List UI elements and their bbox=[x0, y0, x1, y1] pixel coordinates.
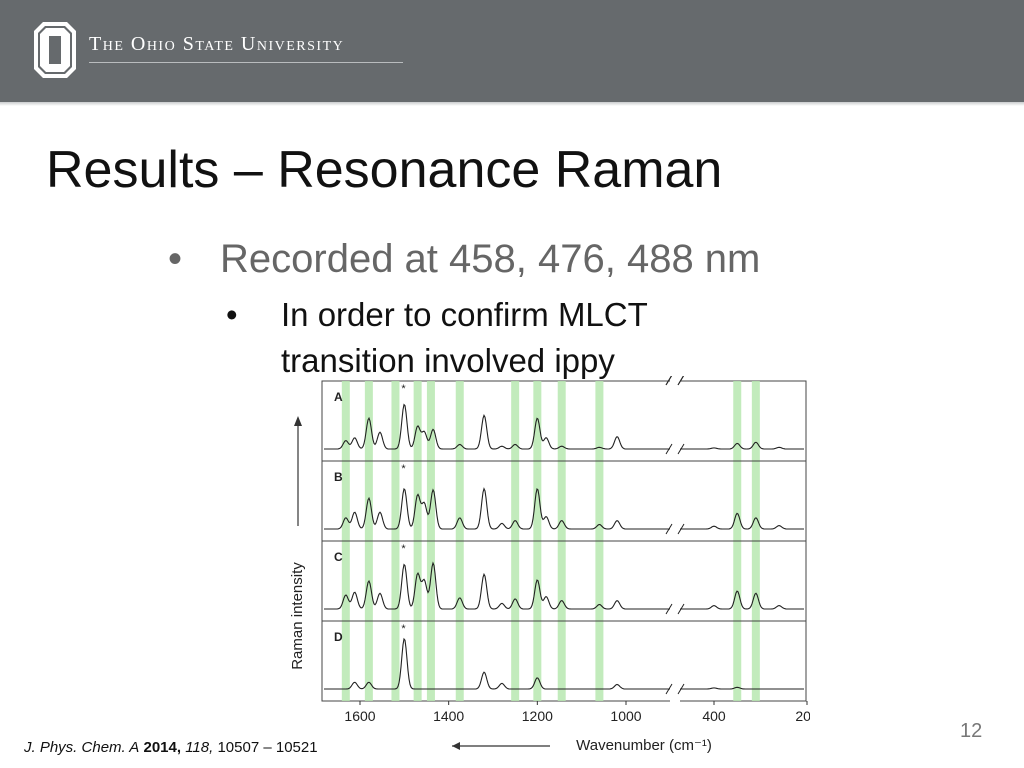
citation: J. Phys. Chem. A 2014, 118, 10507 – 1052… bbox=[24, 739, 318, 756]
panel-label: B bbox=[334, 470, 343, 484]
peak-asterisk: * bbox=[401, 623, 406, 635]
slide-title: Results – Resonance Raman bbox=[46, 141, 723, 199]
page-number: 12 bbox=[960, 720, 983, 742]
x-tick-label: 1000 bbox=[610, 708, 641, 724]
x-tick-label: 1200 bbox=[522, 708, 553, 724]
x-tick-label: 200 bbox=[795, 708, 810, 724]
peak-asterisk: * bbox=[401, 383, 406, 395]
bullet-1-text: Recorded at 458, 476, 488 nm bbox=[220, 237, 761, 281]
citation-volume: 118, bbox=[185, 739, 214, 756]
x-axis-arrowhead bbox=[452, 742, 460, 750]
raman-spectra-figure: A * B * C * D * 1600 1400 1200 1000 400 200 Wavenumber… bbox=[289, 376, 810, 754]
x-tick-label: 1600 bbox=[344, 708, 375, 724]
university-name: The Ohio State University bbox=[89, 33, 345, 55]
panel-label: C bbox=[334, 550, 343, 564]
citation-pages: 10507 – 10521 bbox=[217, 739, 318, 756]
bullet-2-text: In order to confirm MLCT transition invo… bbox=[281, 296, 648, 379]
header-rule bbox=[89, 62, 403, 63]
header-bar: The Ohio State University bbox=[0, 0, 1024, 106]
citation-year: 2014, bbox=[143, 739, 182, 756]
citation-journal: J. Phys. Chem. A bbox=[24, 739, 140, 756]
x-axis-label: Wavenumber (cm⁻¹) bbox=[576, 737, 712, 754]
panel-label: D bbox=[334, 630, 343, 644]
block-o-logo-icon bbox=[34, 22, 76, 78]
y-axis-label: Raman intensity bbox=[289, 562, 306, 670]
panel-label: A bbox=[334, 390, 343, 404]
bullet-dot: • bbox=[226, 296, 238, 333]
x-tick-label: 1400 bbox=[433, 708, 464, 724]
peak-asterisk: * bbox=[401, 463, 406, 475]
bullet-dot: • bbox=[168, 237, 183, 281]
y-axis-arrowhead bbox=[294, 416, 302, 426]
x-tick-label: 400 bbox=[702, 708, 726, 724]
peak-asterisk: * bbox=[401, 543, 406, 555]
